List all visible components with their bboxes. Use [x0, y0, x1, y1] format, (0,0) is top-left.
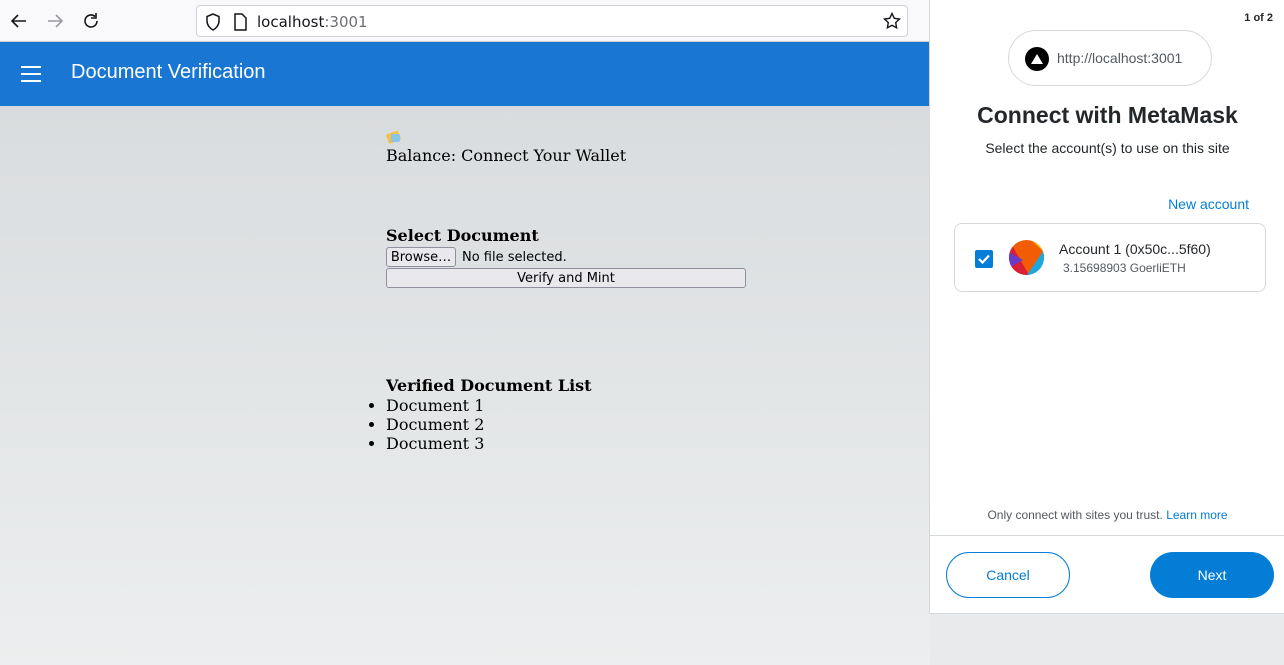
app-bar: Document Verification — [0, 42, 930, 106]
metamask-popup: 1 of 2 http://localhost:3001 Connect wit… — [929, 0, 1284, 614]
next-button[interactable]: Next — [1150, 552, 1274, 598]
account-balance: 3.15698903 GoerliETH — [1063, 261, 1186, 275]
connect-title: Connect with MetaMask — [977, 102, 1238, 128]
list-item: Document 3 — [386, 434, 484, 453]
page-indicator: 1 of 2 — [1244, 12, 1273, 24]
url-text: localhost:3001 — [257, 13, 368, 31]
footer-divider — [930, 535, 1284, 536]
url-bar[interactable]: localhost:3001 — [196, 5, 908, 37]
site-favicon-icon — [1025, 47, 1049, 71]
trust-notice: Only connect with sites you trust. Learn… — [930, 508, 1284, 522]
account-avatar — [1009, 240, 1044, 275]
verify-and-mint-button[interactable]: Verify and Mint — [386, 268, 746, 288]
account-row[interactable]: Account 1 (0x50c...5f60) 3.15698903 Goer… — [954, 223, 1266, 292]
new-account-link[interactable]: New account — [1168, 196, 1249, 212]
wallet-icon — [386, 128, 402, 144]
learn-more-link[interactable]: Learn more — [1166, 508, 1227, 522]
select-document-heading: Select Document — [386, 226, 539, 245]
browse-button[interactable]: Browse… — [386, 247, 456, 267]
check-icon — [978, 254, 990, 265]
bookmark-star-icon[interactable] — [882, 11, 902, 35]
site-url: http://localhost:3001 — [1057, 50, 1183, 66]
balance-text: Balance: Connect Your Wallet — [386, 146, 627, 165]
trust-text: Only connect with sites you trust. — [987, 508, 1163, 522]
cancel-button[interactable]: Cancel — [946, 552, 1070, 598]
back-icon[interactable] — [6, 8, 32, 34]
page-icon — [233, 13, 247, 36]
no-file-text: No file selected. — [462, 250, 567, 265]
app-title: Document Verification — [71, 61, 266, 83]
page-content: Balance: Connect Your Wallet Select Docu… — [0, 106, 930, 665]
browser-toolbar: localhost:3001 — [0, 0, 930, 42]
shield-icon[interactable] — [205, 13, 221, 36]
account-name: Account 1 (0x50c...5f60) — [1059, 241, 1211, 257]
list-item: Document 1 — [386, 396, 484, 415]
forward-icon[interactable] — [42, 8, 68, 34]
account-checkbox[interactable] — [975, 250, 993, 268]
menu-icon[interactable] — [21, 66, 41, 82]
reload-icon[interactable] — [78, 8, 104, 34]
site-origin-pill: http://localhost:3001 — [1008, 30, 1212, 86]
verified-document-list: Document 1 Document 2 Document 3 — [386, 396, 484, 453]
verified-document-list-heading: Verified Document List — [386, 376, 592, 395]
list-item: Document 2 — [386, 415, 484, 434]
connect-subtitle: Select the account(s) to use on this sit… — [985, 140, 1230, 156]
